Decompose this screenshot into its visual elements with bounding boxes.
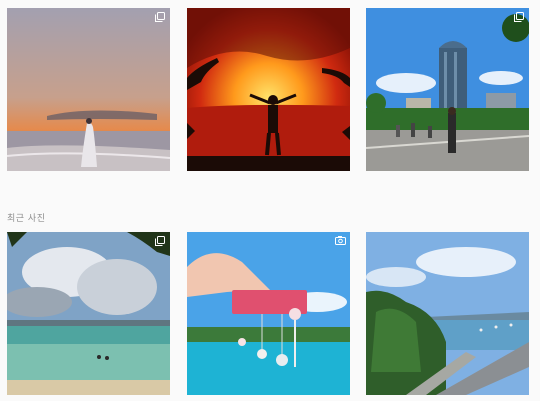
earring-card-photo [187, 232, 350, 395]
beach-sunset-photo [7, 8, 170, 171]
photo-tile-coastal-road[interactable] [366, 232, 529, 395]
photo-tile-tower-plaza[interactable] [366, 8, 529, 171]
recent-photos-label: 최근 사진 [7, 214, 46, 224]
video-camera-icon [335, 236, 346, 245]
tower-plaza-photo [366, 8, 529, 171]
multi-photo-icon [155, 12, 165, 22]
multi-photo-icon [155, 236, 165, 246]
red-sky-silhouette-photo [187, 8, 350, 171]
photo-tile-beach-sunset[interactable] [7, 8, 170, 171]
multi-photo-icon [514, 12, 524, 22]
island-sea-photo [7, 232, 170, 395]
coastal-road-photo [366, 232, 529, 395]
photo-tile-island-sea[interactable] [7, 232, 170, 395]
photo-tile-earring-card[interactable] [187, 232, 350, 395]
photo-tile-red-sky-silhouette[interactable] [187, 8, 350, 171]
